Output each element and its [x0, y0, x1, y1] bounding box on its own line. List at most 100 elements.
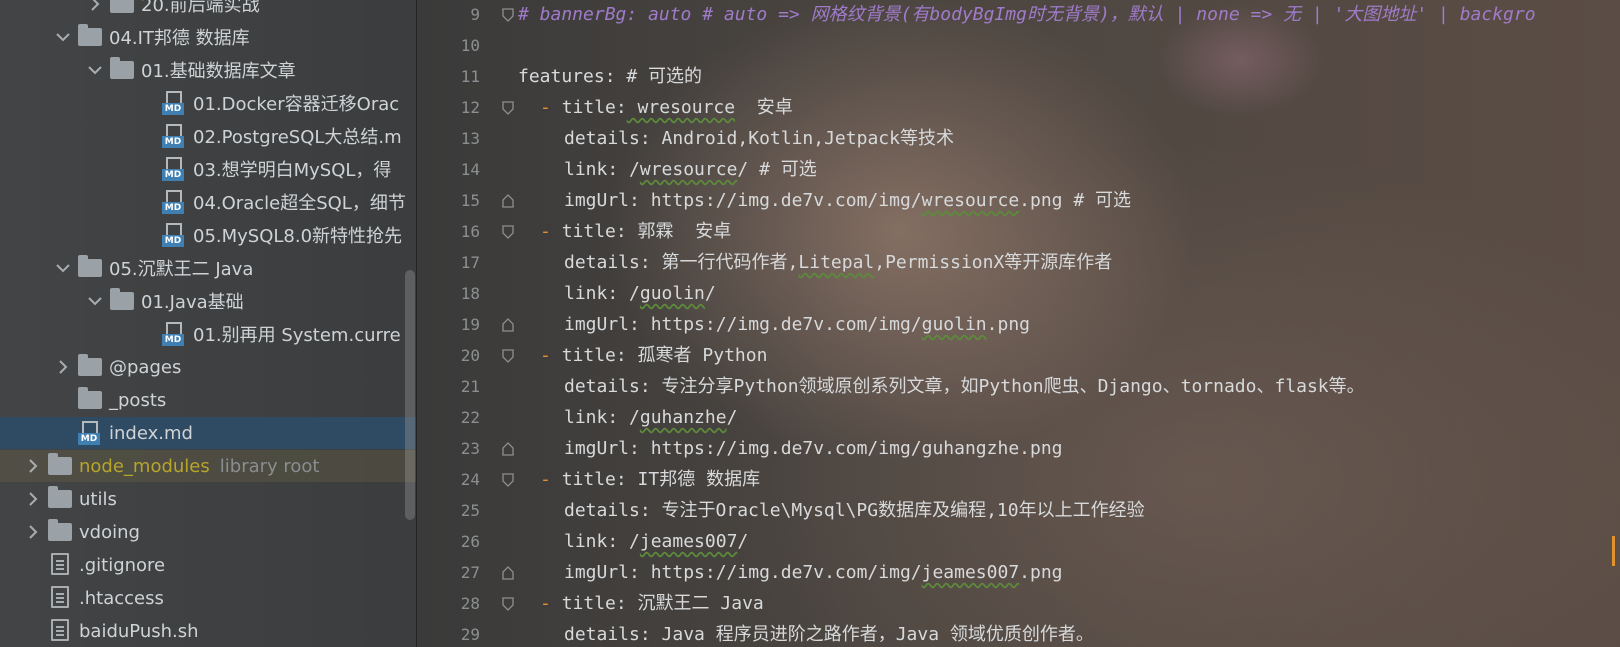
tree-item[interactable]: MD 03.想学明白MySQL，得 [0, 153, 416, 185]
tree-item[interactable]: node_modules library root [0, 450, 416, 482]
yaml-value: https://img.de7v.com/img/guhangzhe.png [639, 438, 1063, 459]
yaml-value: Java 程序员进阶之路作者，Java 领域优质创作者。 [650, 624, 1094, 645]
fold-marker-icon[interactable] [502, 225, 514, 239]
fold-marker-icon[interactable] [502, 194, 514, 208]
tree-item[interactable]: MD 04.Oracle超全SQL，细节 [0, 186, 416, 218]
tree-item[interactable]: MD index.md [0, 417, 416, 449]
yaml-key: imgUrl: [564, 314, 640, 335]
code-line[interactable]: imgUrl: https://img.de7v.com/img/jeames0… [564, 557, 1063, 588]
code-line[interactable]: imgUrl: https://img.de7v.com/img/guolin.… [564, 309, 1030, 340]
yaml-list-dash: - [540, 345, 562, 366]
yaml-value: 沉默王二 Java [626, 593, 764, 614]
code-line[interactable]: - title: IT邦德 数据库 [540, 464, 760, 495]
code-line[interactable]: - title: 郭霖 安卓 [540, 216, 731, 247]
tree-item[interactable]: vdoing [0, 516, 416, 548]
spellcheck-highlight: jeames007 [921, 562, 1020, 583]
tree-item-label: index.md [109, 422, 193, 444]
chevron-right-icon[interactable] [54, 360, 72, 374]
code-line[interactable]: - title: 孤寒者 Python [540, 340, 767, 371]
fold-marker-icon[interactable] [502, 473, 514, 487]
code-line[interactable]: features: # 可选的 [518, 61, 702, 92]
tree-item[interactable]: @pages [0, 351, 416, 383]
tree-item[interactable]: baiduPush.sh [0, 615, 416, 647]
chevron-right-icon[interactable] [86, 0, 104, 11]
markdown-file-icon: MD [162, 322, 186, 346]
chevron-down-icon[interactable] [54, 263, 72, 273]
chevron-right-icon[interactable] [24, 525, 42, 539]
project-tree-scrollbar[interactable] [405, 270, 415, 520]
editor-right-edge-marker [1612, 536, 1620, 566]
code-line[interactable]: link: /wresource/ # 可选 [564, 154, 817, 185]
folder-icon [48, 486, 72, 511]
code-line[interactable]: link: /guolin/ [564, 278, 716, 309]
code-line[interactable]: - title: 沉默王二 Java [540, 588, 764, 619]
line-number: 27 [460, 563, 480, 582]
gitignore-file-icon [48, 553, 72, 577]
tree-item-label: .gitignore [79, 554, 166, 576]
tree-item-label: 01.别再用 System.curre [193, 325, 401, 346]
fold-marker-icon[interactable] [502, 597, 514, 611]
tree-item-label: 01.Docker容器迁移Orac [193, 94, 400, 115]
code-editor[interactable]: 9 10 11 12 13 14 15 16 17 18 19 20 21 22 23 24 25 26 27 28 2… [416, 0, 1620, 647]
markdown-file-icon: MD [162, 157, 186, 181]
yaml-key: title: [561, 221, 627, 242]
line-number: 24 [460, 470, 480, 489]
code-line[interactable]: link: /guhanzhe/ [564, 402, 737, 433]
line-number: 14 [460, 160, 480, 179]
yaml-key: imgUrl: [564, 438, 640, 459]
line-number: 11 [460, 67, 480, 86]
line-number: 29 [460, 625, 480, 644]
yaml-value: Android,Kotlin,Jetpack等技术 [650, 128, 954, 149]
tree-item[interactable]: 05.沉默王二 Java [0, 252, 416, 284]
yaml-key: link: [564, 407, 619, 428]
tree-item[interactable]: 01.Java基础 [0, 285, 416, 317]
fold-marker-icon[interactable] [502, 318, 514, 332]
fold-marker-icon[interactable] [502, 101, 514, 115]
code-line[interactable]: details: 第一行代码作者,Litepal,PermissionX等开源库… [564, 247, 1112, 278]
code-line[interactable]: details: 专注分享Python领域原创系列文章，如Python爬虫、Dj… [564, 371, 1365, 402]
tree-item[interactable]: MD 01.别再用 System.curre [0, 318, 416, 350]
fold-marker-icon[interactable] [502, 442, 514, 456]
yaml-key: details: [564, 500, 651, 521]
chevron-right-icon[interactable] [24, 492, 42, 506]
tree-item[interactable]: .htaccess [0, 582, 416, 614]
tree-item[interactable]: _posts [0, 384, 416, 416]
line-number: 18 [460, 284, 480, 303]
tree-item[interactable]: MD 02.PostgreSQL大总结.m [0, 120, 416, 152]
fold-marker-icon[interactable] [502, 8, 514, 22]
yaml-value: IT邦德 数据库 [626, 469, 761, 490]
yaml-value: https://img.de7v.com/img/jeames007.png [639, 562, 1063, 583]
tree-item[interactable]: MD 05.MySQL8.0新特性抢先 [0, 219, 416, 251]
code-line[interactable]: details: Java 程序员进阶之路作者，Java 领域优质创作者。 [564, 619, 1094, 647]
yaml-value: 郭霖 安卓 [626, 221, 732, 242]
tree-item[interactable]: 04.IT邦德 数据库 [0, 21, 416, 53]
markdown-file-icon: MD [162, 124, 186, 148]
chevron-down-icon[interactable] [86, 65, 104, 75]
tree-item[interactable]: 01.基础数据库文章 [0, 54, 416, 86]
yaml-key: link: [564, 283, 619, 304]
tree-item[interactable]: MD 01.Docker容器迁移Orac [0, 87, 416, 119]
spellcheck-highlight: guolin [639, 283, 705, 304]
fold-marker-icon[interactable] [502, 349, 514, 363]
tree-item-label: utils [79, 488, 117, 510]
tree-item-label: .htaccess [79, 587, 164, 609]
tree-item[interactable]: 20.前后端实战 [0, 0, 416, 20]
fold-marker-icon[interactable] [502, 566, 514, 580]
code-line[interactable]: - title: wresource 安卓 [540, 92, 793, 123]
code-line[interactable]: imgUrl: https://img.de7v.com/img/wresour… [564, 185, 1131, 216]
chevron-down-icon[interactable] [54, 32, 72, 42]
line-number: 10 [460, 36, 480, 55]
yaml-value: /jeames007/ [618, 531, 749, 552]
code-line[interactable]: details: 专注于Oracle\Mysql\PG数据库及编程,10年以上工… [564, 495, 1145, 526]
tree-item[interactable]: utils [0, 483, 416, 515]
code-line[interactable]: # bannerBg: auto # auto => 网格纹背景(有bodyBg… [518, 0, 1536, 30]
tree-item[interactable]: .gitignore [0, 549, 416, 581]
chevron-right-icon[interactable] [24, 459, 42, 473]
code-line[interactable]: imgUrl: https://img.de7v.com/img/guhangz… [564, 433, 1063, 464]
spellcheck-highlight: jeames007 [639, 531, 738, 552]
spellcheck-highlight: guolin [921, 314, 987, 335]
code-line[interactable]: link: /jeames007/ [564, 526, 748, 557]
chevron-down-icon[interactable] [86, 296, 104, 306]
code-line[interactable]: details: Android,Kotlin,Jetpack等技术 [564, 123, 954, 154]
yaml-key: title: [561, 97, 627, 118]
